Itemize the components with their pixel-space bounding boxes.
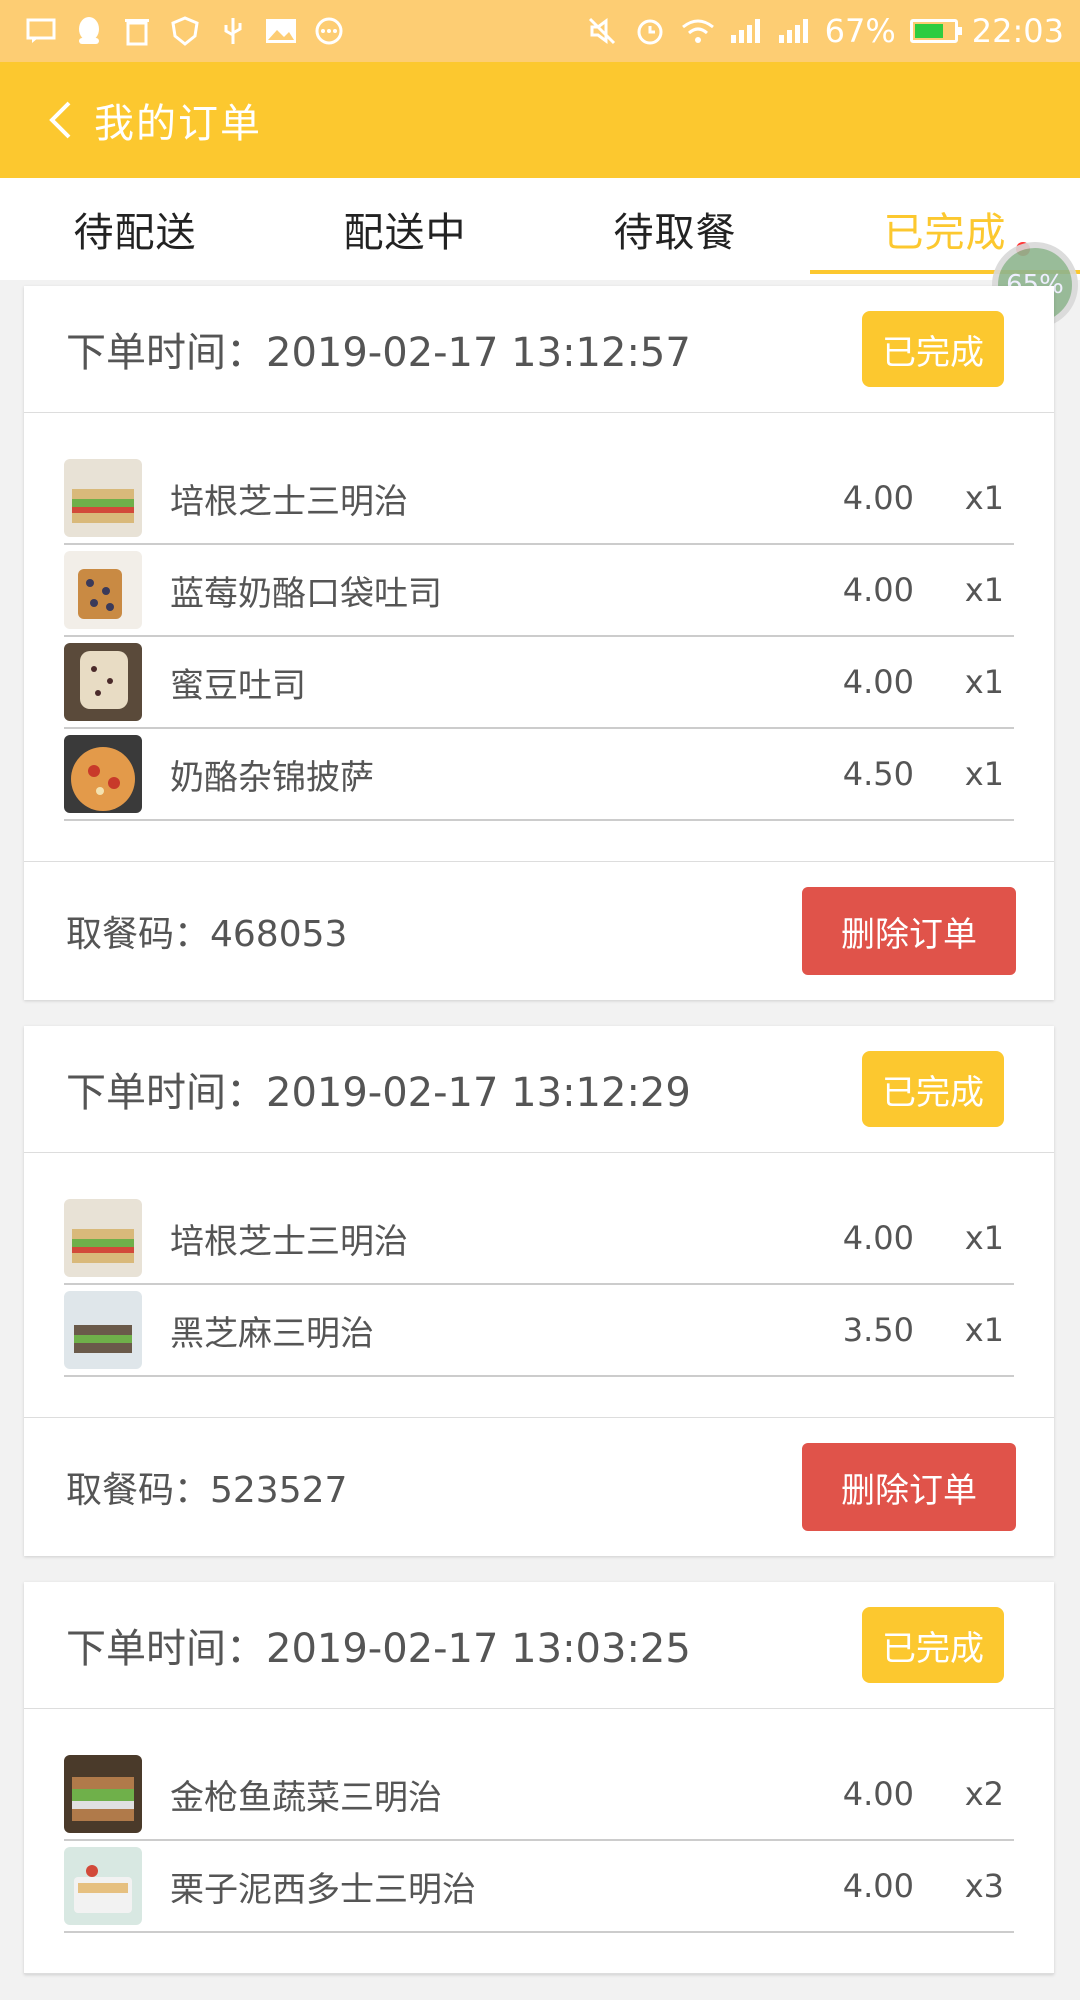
order-time: 下单时间：2019-02-17 13:12:29 (66, 1070, 691, 1116)
food-thumbnail (64, 643, 142, 721)
more-icon (312, 14, 346, 48)
mute-icon (585, 14, 619, 48)
status-bar: 67% 22:03 (0, 0, 1080, 62)
order-header: 下单时间：2019-02-17 13:03:25 已完成 (24, 1582, 1054, 1709)
status-badge: 已完成 (862, 311, 1004, 387)
page-title: 我的订单 (94, 101, 262, 147)
pickup-code: 取餐码：468053 (66, 914, 348, 955)
signal-icon (777, 14, 811, 48)
usb-icon (216, 14, 250, 48)
food-thumbnail (64, 1291, 142, 1369)
item-name: 栗子泥西多士三明治 (170, 1869, 476, 1910)
pickup-code: 取餐码：523527 (66, 1470, 348, 1511)
item-price: 4.00 (842, 663, 914, 701)
order-header: 下单时间：2019-02-17 13:12:57 已完成 (24, 286, 1054, 413)
order-item[interactable]: 培根芝士三明治 4.00 x1 (64, 1193, 1014, 1285)
food-thumbnail (64, 735, 142, 813)
order-list: 下单时间：2019-02-17 13:12:57 已完成 培根芝士三明治 4.0… (24, 286, 1054, 2000)
order-items: 金枪鱼蔬菜三明治 4.00 x2 栗子泥西多士三明治 4.00 x3 (24, 1709, 1054, 1974)
tab-delivering[interactable]: 配送中 (270, 178, 540, 280)
order-footer: 取餐码：468053 删除订单 (24, 862, 1054, 1000)
item-price: 4.00 (842, 1775, 914, 1813)
message-icon (24, 14, 58, 48)
back-button[interactable] (40, 100, 80, 140)
item-name: 培根芝士三明治 (170, 481, 408, 522)
item-quantity: x3 (964, 1867, 1004, 1905)
order-item[interactable]: 蜜豆吐司 4.00 x1 (64, 637, 1014, 729)
status-left (24, 14, 346, 48)
food-thumbnail (64, 1199, 142, 1277)
battery-percent: 67% (824, 12, 896, 50)
item-name: 黑芝麻三明治 (170, 1313, 374, 1354)
image-icon (264, 14, 298, 48)
order-card: 下单时间：2019-02-17 13:03:25 已完成 金枪鱼蔬菜三明治 4.… (24, 1582, 1054, 1974)
item-quantity: x1 (964, 663, 1004, 701)
order-item[interactable]: 栗子泥西多士三明治 4.00 x3 (64, 1841, 1014, 1933)
item-price: 4.00 (842, 571, 914, 609)
clock: 22:03 (971, 12, 1064, 50)
item-quantity: x1 (964, 755, 1004, 793)
food-thumbnail (64, 1755, 142, 1833)
item-quantity: x1 (964, 479, 1004, 517)
item-name: 奶酪杂锦披萨 (170, 757, 374, 798)
item-name: 蓝莓奶酪口袋吐司 (170, 573, 442, 614)
order-item[interactable]: 培根芝士三明治 4.00 x1 (64, 453, 1014, 545)
order-item[interactable]: 蓝莓奶酪口袋吐司 4.00 x1 (64, 545, 1014, 637)
tab-awaiting-pickup[interactable]: 待取餐 (540, 178, 810, 280)
status-badge: 已完成 (862, 1051, 1004, 1127)
tab-completed-label: 已完成 (883, 210, 1007, 256)
trash-icon (120, 14, 154, 48)
item-price: 3.50 (842, 1311, 914, 1349)
food-thumbnail (64, 1847, 142, 1925)
qq-icon (72, 14, 106, 48)
status-right: 67% 22:03 (585, 12, 1064, 50)
tab-pending-delivery[interactable]: 待配送 (0, 178, 270, 280)
order-time: 下单时间：2019-02-17 13:03:25 (66, 1626, 691, 1672)
item-quantity: x1 (964, 1311, 1004, 1349)
delete-order-button[interactable]: 删除订单 (802, 887, 1016, 975)
order-card: 下单时间：2019-02-17 13:12:57 已完成 培根芝士三明治 4.0… (24, 286, 1054, 1000)
item-name: 培根芝士三明治 (170, 1221, 408, 1262)
item-price: 4.00 (842, 479, 914, 517)
item-quantity: x1 (964, 1219, 1004, 1257)
order-items: 培根芝士三明治 4.00 x1 黑芝麻三明治 3.50 x1 (24, 1153, 1054, 1418)
item-name: 金枪鱼蔬菜三明治 (170, 1777, 442, 1818)
item-quantity: x1 (964, 571, 1004, 609)
signal-icon (729, 14, 763, 48)
order-item[interactable]: 黑芝麻三明治 3.50 x1 (64, 1285, 1014, 1377)
item-price: 4.00 (842, 1219, 914, 1257)
item-price: 4.00 (842, 1867, 914, 1905)
battery-icon (909, 19, 962, 43)
status-badge: 已完成 (862, 1607, 1004, 1683)
delete-order-button[interactable]: 删除订单 (802, 1443, 1016, 1531)
order-item[interactable]: 金枪鱼蔬菜三明治 4.00 x2 (64, 1749, 1014, 1841)
item-price: 4.50 (842, 755, 914, 793)
shield-icon (168, 14, 202, 48)
food-thumbnail (64, 459, 142, 537)
food-thumbnail (64, 551, 142, 629)
chevron-left-icon (49, 101, 71, 139)
order-time: 下单时间：2019-02-17 13:12:57 (66, 330, 691, 376)
order-items: 培根芝士三明治 4.00 x1 蓝莓奶酪口袋吐司 4.00 x1 蜜豆吐司 4.… (24, 413, 1054, 862)
order-card: 下单时间：2019-02-17 13:12:29 已完成 培根芝士三明治 4.0… (24, 1026, 1054, 1556)
order-footer: 取餐码：523527 删除订单 (24, 1418, 1054, 1556)
order-item[interactable]: 奶酪杂锦披萨 4.50 x1 (64, 729, 1014, 821)
item-quantity: x2 (964, 1775, 1004, 1813)
wifi-icon (681, 14, 715, 48)
alarm-icon (633, 14, 667, 48)
order-tabs: 待配送 配送中 待取餐 已完成 (0, 178, 1080, 280)
app-bar: 我的订单 (0, 62, 1080, 178)
order-header: 下单时间：2019-02-17 13:12:29 已完成 (24, 1026, 1054, 1153)
item-name: 蜜豆吐司 (170, 665, 306, 706)
